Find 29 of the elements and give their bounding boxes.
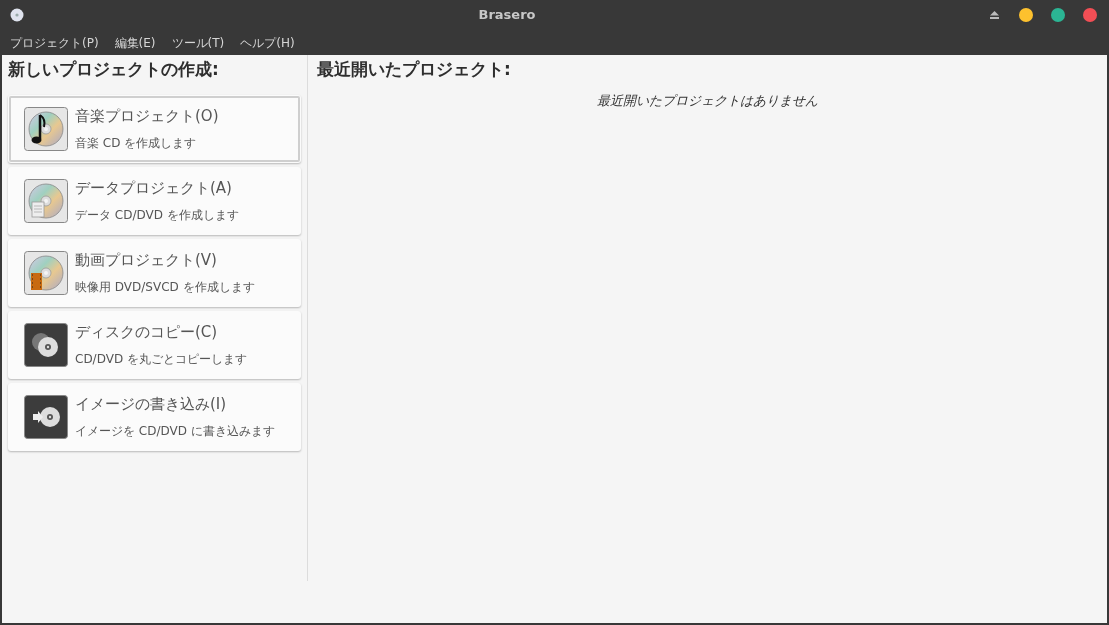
project-type-button[interactable]: ディスクのコピー(C) CD/DVD を丸ごとコピーします	[8, 310, 301, 379]
menu-item[interactable]: ヘルプ(H)	[240, 33, 295, 52]
section-heading: 最近開いたプロジェクト:	[317, 58, 512, 81]
window-title: Brasero	[478, 6, 536, 25]
menu-item[interactable]: プロジェクト(P)	[10, 33, 99, 52]
section-heading: 新しいプロジェクトの作成:	[8, 58, 220, 81]
menu-item[interactable]: 編集(E)	[114, 33, 156, 52]
maximize-button[interactable]	[1051, 8, 1065, 22]
project-type-description: データ CD/DVD を作成します	[75, 206, 239, 224]
close-button[interactable]	[1083, 8, 1097, 22]
project-type-title: イメージの書き込み(I)	[75, 394, 228, 416]
menu-item[interactable]: ツール(T)	[171, 33, 225, 52]
disc-icon	[10, 8, 24, 22]
project-type-description: 映像用 DVD/SVCD を作成します	[75, 278, 255, 296]
project-type-button[interactable]: 音楽プロジェクト(O) 音楽 CD を作成します	[8, 94, 301, 163]
minimize-button[interactable]	[1019, 8, 1033, 22]
project-type-description: CD/DVD を丸ごとコピーします	[75, 350, 247, 368]
project-type-title: データプロジェクト(A)	[75, 178, 233, 200]
project-type-button[interactable]: 動画プロジェクト(V) 映像用 DVD/SVCD を作成します	[8, 238, 301, 307]
project-type-button[interactable]: イメージの書き込み(I) イメージを CD/DVD に書き込みます	[8, 382, 301, 451]
eject-icon[interactable]	[990, 11, 999, 19]
discs-icon	[24, 322, 68, 367]
project-type-description: 音楽 CD を作成します	[75, 134, 198, 152]
empty-message: 最近開いたプロジェクトはありません	[597, 91, 818, 110]
project-type-title: 動画プロジェクト(V)	[75, 250, 218, 272]
project-type-title: ディスクのコピー(C)	[75, 322, 219, 344]
project-type-description: イメージを CD/DVD に書き込みます	[75, 422, 275, 440]
project-type-title: 音楽プロジェクト(O)	[75, 106, 219, 128]
project-type-button[interactable]: データプロジェクト(A) データ CD/DVD を作成します	[8, 166, 301, 235]
